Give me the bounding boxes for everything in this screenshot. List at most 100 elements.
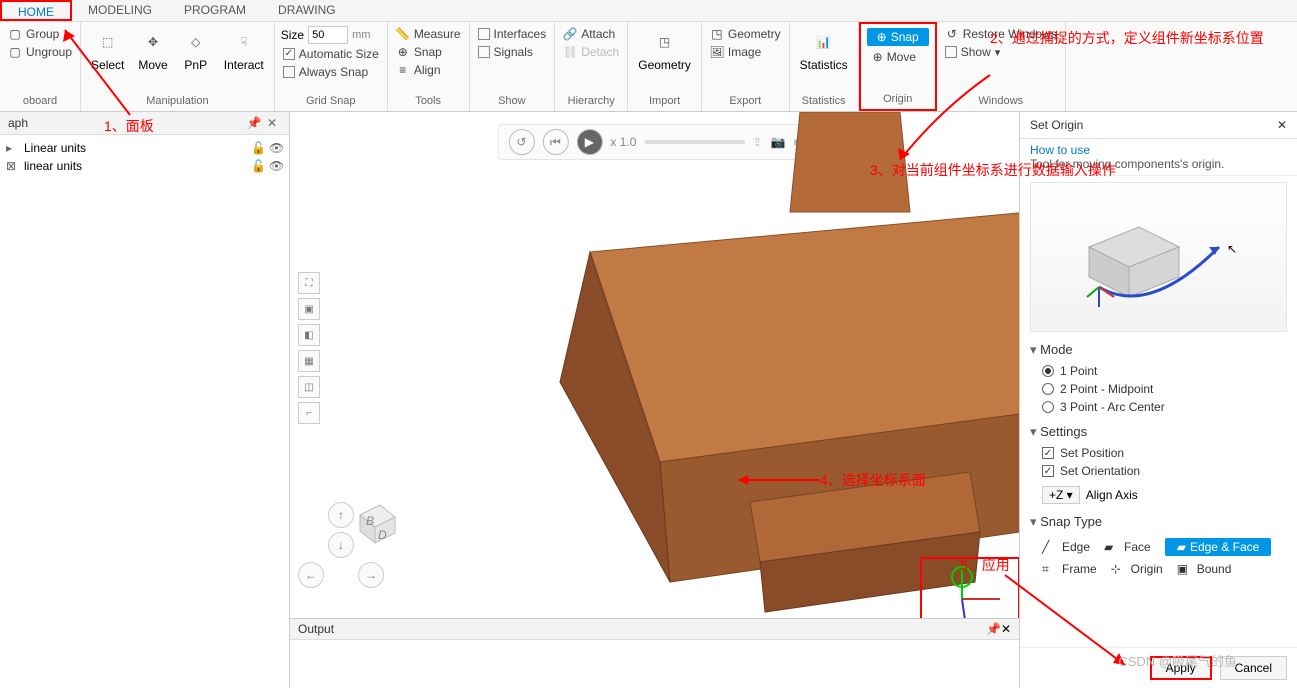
snap-tool-button[interactable]: ⊕Snap [394,44,444,60]
close-icon[interactable]: ✕ [1277,118,1287,132]
export-image-button[interactable]: 🖼Image [708,44,763,60]
tree-item[interactable]: ⊠ linear units 🔓 👁 [6,157,283,175]
origin-move-button[interactable]: ⊕Move [867,48,922,66]
wireframe-icon[interactable]: ◫ [298,376,320,398]
snap-icon: ⊕ [396,45,410,59]
frame-icon: ⌗ [1042,562,1058,576]
align-button[interactable]: ≡Align [394,62,443,78]
move-button[interactable]: ✥Move [134,26,171,74]
mode-1point[interactable]: 1 Point [1042,364,1287,378]
nav-left[interactable]: ← [298,562,324,588]
close-icon[interactable]: ✕ [1001,622,1011,636]
align-icon: ≡ [396,63,410,77]
fit-icon[interactable]: ▣ [298,298,320,320]
ungroup-button[interactable]: ▢Ungroup [6,44,74,60]
viewport-3d[interactable]: ↺ ⏮ ▶ x 1.0 ⇪ 📷 ■ ⛶ ▣ ◧ ▦ ◫ ⌐ [290,112,1019,688]
watermark: CSDN @吸尾气的鱼 [1118,651,1237,670]
checkbox-icon [478,28,490,40]
attach-button[interactable]: 🔗Attach [561,26,617,42]
fullscreen-icon[interactable]: ⛶ [298,272,320,294]
snap-icon: ⊕ [877,30,887,44]
lock-icon[interactable]: 🔓 [251,159,265,173]
snap-frame[interactable]: ⌗Frame [1042,562,1097,576]
snap-edge[interactable]: ╱Edge [1042,538,1090,556]
ungroup-icon: ▢ [8,45,22,59]
tree-item[interactable]: ▸ Linear units 🔓 👁 [6,139,283,157]
model-3d [410,112,1019,622]
ribbon-manipulation: ⬚Select ✥Move ◇PnP ☟Interact Manipulatio… [81,22,275,111]
svg-text:↖: ↖ [1227,242,1237,256]
export-geometry-button[interactable]: ◳Geometry [708,26,783,42]
pin-icon[interactable]: 📌 [986,622,1001,636]
pnp-button[interactable]: ◇PnP [178,26,214,74]
select-icon: ⬚ [94,28,122,56]
auto-size-check[interactable]: Automatic Size [281,46,381,62]
align-axis-select[interactable]: +Z ▾ [1042,486,1080,504]
howto-link[interactable]: How to use [1030,143,1090,157]
measure-button[interactable]: 📏Measure [394,26,463,42]
group-button[interactable]: ▢Group [6,26,61,42]
geometry-icon: ◳ [710,27,724,41]
restore-windows-button[interactable]: ↺Restore Windows [943,26,1059,42]
eye-icon[interactable]: 👁 [269,159,283,173]
snaptype-section[interactable]: Snap Type [1020,510,1297,534]
ribbon-clipboard: ▢Group ▢Ungroup oboard [0,22,81,111]
set-orientation-check[interactable]: Set Orientation [1042,464,1287,478]
size-input[interactable] [308,26,348,44]
axis-icon[interactable]: ⌐ [298,402,320,424]
nav-down[interactable]: ↓ [328,532,354,558]
ribbon-import: ◳Geometry Import [628,22,702,111]
measure-icon: 📏 [396,27,410,41]
interact-icon: ☟ [230,28,258,56]
pnp-icon: ◇ [182,28,210,56]
ribbon-gridsnap: Size mm Automatic Size Always Snap Grid … [275,22,388,111]
snap-face[interactable]: ▰Face [1104,538,1151,556]
show-windows-button[interactable]: Show ▾ [943,44,1003,60]
snap-bound[interactable]: ▣Bound [1177,562,1232,576]
panel-desc: Tool for moving components's origin. [1030,157,1224,171]
restore-icon: ↺ [945,27,959,41]
pin-icon[interactable]: 📌 [245,116,263,130]
bound-icon: ▣ [1177,562,1193,576]
always-snap-check[interactable]: Always Snap [281,64,370,80]
shade-icon[interactable]: ▦ [298,350,320,372]
mode-3point[interactable]: 3 Point - Arc Center [1042,400,1287,414]
ribbon: ▢Group ▢Ungroup oboard ⬚Select ✥Move ◇Pn… [0,22,1297,112]
output-panel: Output 📌 ✕ [290,618,1019,688]
component-icon: ▸ [6,141,20,155]
import-geometry-button[interactable]: ◳Geometry [634,26,695,74]
ribbon-hierarchy: 🔗Attach ⛓Detach Hierarchy [555,22,628,111]
view-mode-icon[interactable]: ◧ [298,324,320,346]
nav-up[interactable]: ↑ [328,502,354,528]
signals-check[interactable]: Signals [476,44,535,60]
move-icon: ✥ [139,28,167,56]
snap-edge-face[interactable]: ▰Edge & Face [1165,538,1272,556]
checkbox-icon [283,48,295,60]
tab-modeling[interactable]: MODELING [72,0,168,21]
ribbon-show: Interfaces Signals Show [470,22,556,111]
interact-button[interactable]: ☟Interact [220,26,268,74]
geometry-icon: ◳ [651,28,679,56]
panel-title: aph [8,116,245,130]
tab-program[interactable]: PROGRAM [168,0,262,21]
statistics-button[interactable]: 📊Statistics [796,26,852,74]
settings-section[interactable]: Settings [1020,420,1297,444]
main-tabs: HOME MODELING PROGRAM DRAWING [0,0,1297,22]
tab-drawing[interactable]: DRAWING [262,0,352,21]
tab-home[interactable]: HOME [0,0,72,21]
interfaces-check[interactable]: Interfaces [476,26,549,42]
close-icon[interactable]: ✕ [263,116,281,130]
group-icon: ▢ [8,27,22,41]
detach-button[interactable]: ⛓Detach [561,44,621,60]
snap-origin[interactable]: ⊹Origin [1111,562,1163,576]
mode-section[interactable]: Mode [1020,338,1297,362]
lock-icon[interactable]: 🔓 [251,141,265,155]
mode-2point[interactable]: 2 Point - Midpoint [1042,382,1287,396]
edgeface-icon: ▰ [1177,540,1186,554]
select-button[interactable]: ⬚Select [87,26,128,74]
eye-icon[interactable]: 👁 [269,141,283,155]
set-position-check[interactable]: Set Position [1042,446,1287,460]
origin-snap-button[interactable]: ⊕Snap [867,28,929,46]
checkbox-icon [478,46,490,58]
nav-right[interactable]: → [358,562,384,588]
